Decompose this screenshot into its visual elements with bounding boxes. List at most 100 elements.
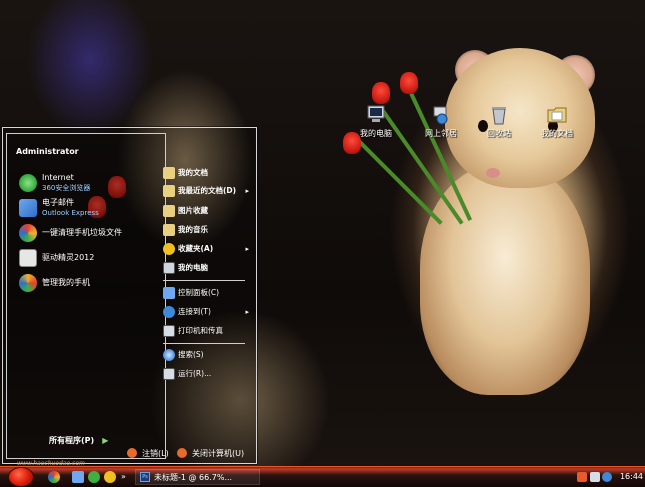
desktop-icon-my-documents[interactable]: 我的文档 [527,105,587,139]
start-menu-right-my-pictures[interactable]: 图片收藏 [163,202,251,219]
wallpaper-hamster-nose [486,168,500,178]
start-menu-right-label: 我的电脑 [178,263,208,272]
start-menu-item-title: Internet [42,173,74,182]
wallpaper-tulip-flower [400,72,418,94]
start-menu-item-cleanup[interactable]: 一键清理手机垃圾文件 [19,222,159,244]
start-menu-right-label: 打印机和传真 [178,326,223,335]
start-menu-right-label: 搜索(S) [178,350,204,359]
arrow-right-icon: ▶ [102,436,109,445]
wallpaper-tulip-stem [355,137,443,225]
wallpaper-tulip-stem [405,83,473,221]
recycle-bin-icon [488,105,510,125]
start-menu-item-title: 一键清理手机垃圾文件 [42,228,122,237]
connect-to-icon [163,305,175,318]
logoff-button[interactable]: 注销(L) [127,444,169,462]
taskbar-window-button[interactable]: Ps 未标题-1 @ 66.7%... [135,469,260,485]
colorful-quicklaunch-icon[interactable] [48,471,60,483]
wallpaper-tulip-flower [372,82,390,104]
start-menu-right-my-computer[interactable]: 我的电脑 [163,259,251,276]
start-menu-separator [163,343,245,344]
desktop-icon-my-computer[interactable]: 我的电脑 [346,105,406,139]
tray-app-icon[interactable] [577,472,587,482]
start-menu-right-label: 收藏夹(A) [178,244,214,253]
start-menu-right-recent-documents[interactable]: 我最近的文档(D) ▸ [163,182,251,199]
start-menu-right-label: 控制面板(C) [178,288,220,297]
recent-documents-icon [163,184,175,197]
start-menu-right-connect-to[interactable]: 连接到(T) ▸ [163,303,251,320]
logoff-icon [127,448,137,458]
system-tray: 16:44 [577,467,645,487]
start-menu-right-label: 我的音乐 [178,225,208,234]
all-programs-label: 所有程序(P) [49,436,95,445]
desktop-icon-recycle-bin[interactable]: 回收站 [469,105,529,139]
my-pictures-icon [163,204,175,217]
network-icon [430,105,452,125]
tray-volume-icon[interactable] [590,472,600,482]
my-music-icon [163,223,175,236]
computer-icon [365,105,387,125]
media-quicklaunch-icon[interactable] [104,471,116,483]
start-menu-item-title: 管理我的手机 [42,278,90,287]
desktop-icon-network[interactable]: 网上邻居 [411,105,471,139]
shutdown-label: 关闭计算机(U) [192,448,245,458]
start-menu-item-email[interactable]: 电子邮件 Outlook Express [19,197,159,219]
shutdown-button[interactable]: 关闭计算机(U) [177,444,244,462]
all-programs-button[interactable]: 所有程序(P) ▶ [49,435,108,446]
printers-icon [163,324,175,337]
search-icon [163,348,175,361]
start-menu-right-my-documents[interactable]: 我的文档 [163,164,251,181]
start-menu-right-printers[interactable]: 打印机和传真 [163,322,251,339]
start-menu-right-my-music[interactable]: 我的音乐 [163,221,251,238]
start-menu-right-label: 连接到(T) [178,307,211,316]
logoff-label: 注销(L) [142,448,169,458]
outlook-express-icon [19,199,37,217]
my-documents-icon [163,166,175,179]
start-menu-left-panel: Administrator Internet 360安全浏览器 电子邮件 Out… [6,133,166,467]
start-menu-item-browser[interactable]: Internet 360安全浏览器 [19,172,159,194]
desktop-icon-label: 回收站 [487,129,511,138]
start-menu-right-control-panel[interactable]: 控制面板(C) [163,284,251,301]
my-computer-icon [163,261,175,274]
start-menu-item-subtitle: Outlook Express [42,209,99,217]
wallpaper-hamster-ear-left [455,50,495,90]
expand-quicklaunch-icon[interactable]: » [121,471,129,483]
start-menu-separator [163,280,245,281]
submenu-arrow-icon: ▸ [245,307,249,316]
phone-manager-icon [19,274,37,292]
cleanup-icon [19,224,37,242]
desktop-quicklaunch-icon[interactable] [72,471,84,483]
documents-folder-icon [546,105,568,125]
start-menu-right-favorites[interactable]: 收藏夹(A) ▸ [163,240,251,257]
browser-360-quicklaunch-icon[interactable] [88,471,100,483]
photoshop-icon: Ps [140,472,150,482]
submenu-arrow-icon: ▸ [245,186,249,195]
desktop-icon-label: 网上邻居 [425,129,457,138]
start-menu-item-phone-manager[interactable]: 管理我的手机 [19,272,159,294]
wallpaper-hamster-ear-right [555,55,595,95]
taskbar-window-label: 未标题-1 @ 66.7%... [154,472,233,482]
start-menu-username: Administrator [16,147,79,156]
browser-360-icon [19,174,37,192]
start-menu-item-title: 电子邮件 [42,198,74,207]
start-menu-right-label: 运行(R)... [178,369,212,378]
start-button[interactable] [8,467,34,487]
start-menu-right-label: 图片收藏 [178,206,208,215]
start-menu-right-label: 我的文档 [178,168,208,177]
driver-genius-icon [19,249,37,267]
power-icon [177,448,187,458]
control-panel-icon [163,286,175,299]
start-menu-right-search[interactable]: 搜索(S) [163,346,251,363]
run-icon [163,367,175,380]
start-menu-item-title: 驱动精灵2012 [42,253,95,262]
start-menu-item-subtitle: 360安全浏览器 [42,184,91,192]
start-menu-right-run[interactable]: 运行(R)... [163,365,251,382]
favorites-icon [163,242,175,255]
start-menu-item-driver-genius[interactable]: 驱动精灵2012 [19,247,159,269]
wallpaper-hamster-body [420,165,590,395]
clock[interactable]: 16:44 [620,472,643,481]
taskbar: » Ps 未标题-1 @ 66.7%... 16:44 [0,466,645,487]
start-menu-right-label: 我最近的文档(D) [178,186,237,195]
desktop-icon-label: 我的文档 [541,129,573,138]
tray-network-icon[interactable] [602,472,612,482]
submenu-arrow-icon: ▸ [245,244,249,253]
